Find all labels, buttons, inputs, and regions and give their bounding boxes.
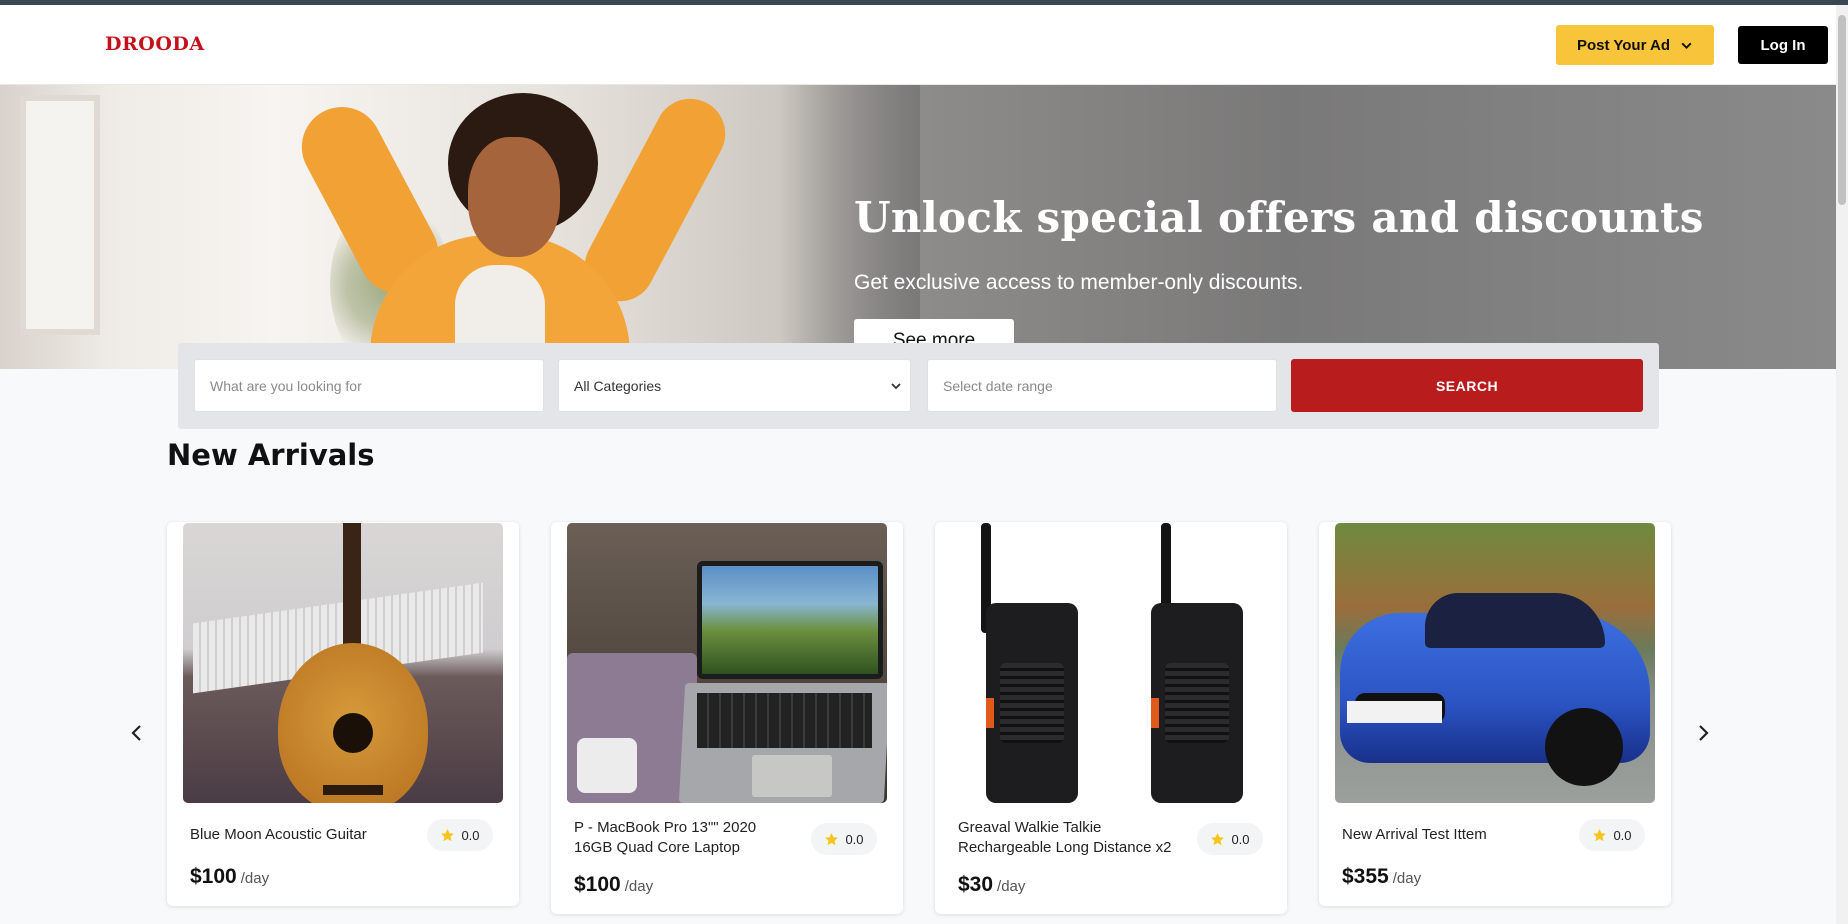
product-card[interactable]: P - MacBook Pro 13"" 2020 16GB Quad Core… bbox=[551, 522, 903, 914]
price-value: $355 bbox=[1342, 865, 1389, 888]
price-unit: /day bbox=[997, 878, 1026, 895]
hero-banner: Unlock special offers and discounts Get … bbox=[0, 85, 1836, 369]
post-ad-button[interactable]: Post Your Ad bbox=[1556, 25, 1714, 65]
star-icon bbox=[825, 832, 839, 845]
date-range-placeholder: Select date range bbox=[943, 377, 1053, 394]
product-name[interactable]: P - MacBook Pro 13"" 2020 16GB Quad Core… bbox=[574, 818, 794, 858]
date-range-input[interactable]: Select date range bbox=[927, 359, 1277, 412]
star-icon bbox=[441, 828, 455, 841]
search-button[interactable]: SEARCH bbox=[1291, 359, 1643, 412]
rating-badge: 0.0 bbox=[811, 823, 877, 855]
price-unit: /day bbox=[624, 878, 654, 895]
product-image-laptop[interactable] bbox=[567, 523, 887, 803]
price-value: $30 bbox=[958, 873, 994, 896]
price-unit: /day bbox=[1392, 870, 1422, 887]
site-header: DROODA Post Your Ad Log In bbox=[0, 5, 1836, 85]
product-name[interactable]: New Arrival Test Ittem bbox=[1342, 825, 1562, 845]
hero-image bbox=[0, 85, 920, 369]
chevron-down-icon bbox=[1681, 42, 1692, 49]
price-unit: /day bbox=[240, 870, 270, 887]
search-input[interactable]: What are you looking for bbox=[194, 359, 544, 412]
product-image-car[interactable] bbox=[1335, 523, 1655, 803]
price-value: $100 bbox=[574, 873, 621, 896]
hero-subtitle: Get exclusive access to member-only disc… bbox=[854, 271, 1304, 294]
chevron-down-icon bbox=[891, 382, 901, 389]
rating-badge: 0.0 bbox=[1579, 819, 1645, 851]
product-image-walkie-talkie[interactable] bbox=[951, 523, 1271, 803]
product-price: $355/day bbox=[1342, 865, 1421, 889]
hero-title: Unlock special offers and discounts bbox=[854, 193, 1704, 242]
rating-value: 0.0 bbox=[461, 827, 480, 843]
product-price: $100/day bbox=[190, 865, 269, 889]
site-logo[interactable]: DROODA bbox=[105, 33, 205, 55]
scrollbar-thumb[interactable] bbox=[1838, 15, 1846, 205]
rating-value: 0.0 bbox=[845, 831, 864, 847]
product-name[interactable]: Blue Moon Acoustic Guitar bbox=[190, 825, 410, 845]
search-input-placeholder: What are you looking for bbox=[210, 377, 362, 394]
product-price: $30/day bbox=[958, 873, 1025, 897]
rating-badge: 0.0 bbox=[1197, 823, 1263, 855]
product-name[interactable]: Greaval Walkie Talkie Rechargeable Long … bbox=[958, 818, 1178, 858]
product-card[interactable]: New Arrival Test Ittem 0.0 $355/day bbox=[1319, 522, 1671, 906]
star-icon bbox=[1593, 828, 1607, 841]
category-select[interactable]: All Categories bbox=[558, 359, 911, 412]
category-select-value: All Categories bbox=[574, 377, 662, 394]
rating-value: 0.0 bbox=[1613, 827, 1632, 843]
chevron-right-icon bbox=[1699, 725, 1709, 741]
carousel-next-button[interactable] bbox=[1688, 718, 1718, 748]
page-scrollbar[interactable] bbox=[1836, 5, 1848, 924]
product-card[interactable]: Blue Moon Acoustic Guitar 0.0 $100/day bbox=[167, 522, 519, 906]
login-button[interactable]: Log In bbox=[1738, 26, 1828, 64]
product-price: $100/day bbox=[574, 873, 653, 897]
rating-badge: 0.0 bbox=[427, 819, 493, 851]
post-ad-label: Post Your Ad bbox=[1576, 36, 1671, 54]
price-value: $100 bbox=[190, 865, 237, 888]
product-image-guitar[interactable] bbox=[183, 523, 503, 803]
chevron-left-icon bbox=[131, 725, 141, 741]
search-bar: What are you looking for All Categories … bbox=[178, 343, 1659, 429]
rating-value: 0.0 bbox=[1231, 831, 1250, 847]
product-card[interactable]: Greaval Walkie Talkie Rechargeable Long … bbox=[935, 522, 1287, 914]
carousel-prev-button[interactable] bbox=[122, 718, 152, 748]
section-title: New Arrivals bbox=[167, 438, 375, 472]
star-icon bbox=[1211, 832, 1225, 845]
